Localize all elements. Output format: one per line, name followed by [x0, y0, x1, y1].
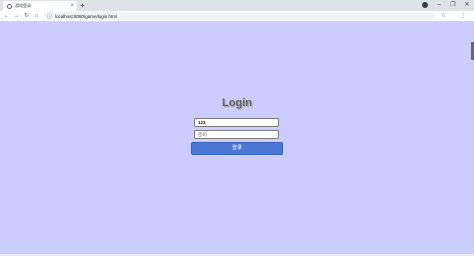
- url-text[interactable]: localhost:8080/game/login.html: [55, 14, 117, 19]
- browser-toolbar: ← → ↻ ⌂ ⓘ localhost:8080/game/login.html…: [0, 11, 474, 22]
- close-tab-icon[interactable]: ×: [70, 2, 74, 10]
- username-input[interactable]: [194, 118, 279, 127]
- page-content: Login 登录: [0, 22, 474, 256]
- browser-window: 游戏登录 × + – ❐ ✕ ← → ↻ ⌂ ⓘ localhost:8080/…: [0, 0, 474, 256]
- minimize-button[interactable]: –: [432, 0, 446, 11]
- reload-icon[interactable]: ↻: [22, 11, 31, 21]
- site-info-icon[interactable]: ⓘ: [47, 13, 52, 20]
- login-button[interactable]: 登录: [191, 142, 283, 155]
- close-window-button[interactable]: ✕: [460, 0, 474, 11]
- new-tab-button[interactable]: +: [80, 0, 85, 11]
- password-input[interactable]: [194, 130, 279, 139]
- window-controls: – ❐ ✕: [432, 0, 474, 11]
- globe-icon: [7, 3, 12, 9]
- tab-title: 游戏登录: [15, 3, 31, 8]
- browser-menu-icon[interactable]: ⋮: [460, 11, 466, 21]
- tab-strip: 游戏登录 × + – ❐ ✕: [0, 0, 474, 11]
- restore-button[interactable]: ❐: [446, 0, 460, 11]
- address-bar[interactable]: ⓘ localhost:8080/game/login.html: [44, 12, 434, 20]
- bookmark-star-icon[interactable]: ☆: [441, 11, 446, 21]
- home-icon[interactable]: ⌂: [32, 11, 41, 21]
- active-tab[interactable]: 游戏登录 ×: [3, 1, 77, 11]
- forward-arrow-icon[interactable]: →: [12, 11, 21, 21]
- login-title: Login: [222, 97, 252, 109]
- back-arrow-icon[interactable]: ←: [2, 11, 11, 21]
- profile-icon[interactable]: [422, 2, 428, 8]
